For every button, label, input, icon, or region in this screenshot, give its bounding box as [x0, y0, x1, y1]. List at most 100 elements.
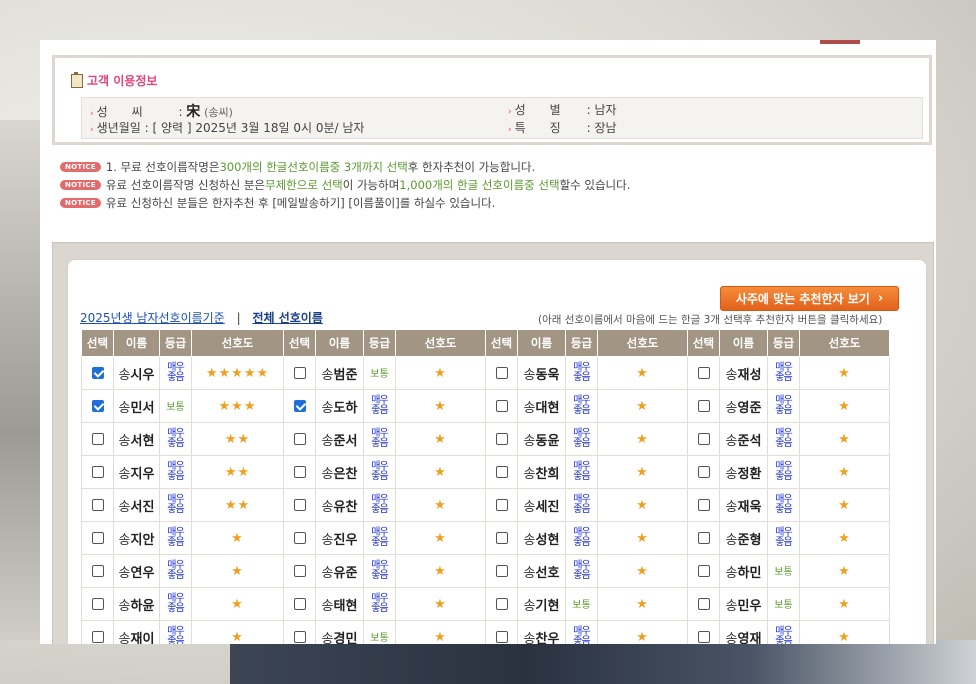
- tab-year-names[interactable]: 2025년생 남자선호이름기준: [80, 311, 225, 325]
- name-checkbox[interactable]: [697, 565, 710, 577]
- grade-cell: 매우 좋음: [363, 389, 396, 423]
- name-checkbox[interactable]: [91, 532, 104, 544]
- grade-label: 매우 좋음: [167, 559, 184, 581]
- notice-highlight: 무제한으로 선택: [265, 178, 343, 192]
- select-cell: [283, 554, 316, 588]
- grade-cell: 매우 좋음: [363, 587, 396, 621]
- name-checkbox[interactable]: [495, 466, 508, 478]
- name-surname: 송: [725, 532, 738, 548]
- candidate-name: 송시우: [119, 368, 155, 383]
- name-checkbox[interactable]: [91, 367, 104, 379]
- birth-label: 생년월일: [96, 121, 141, 135]
- star-rating-icon: ★: [231, 563, 244, 579]
- name-checkbox[interactable]: [697, 631, 710, 643]
- feature-value: : 장남: [586, 121, 617, 135]
- name-cell: 송세진: [517, 488, 566, 522]
- surname-label: 성 씨: [96, 105, 143, 119]
- name-selection-card: 사주에 맞는 추천한자 보기 › 2025년생 남자선호이름기준 | 전체 선호…: [67, 259, 927, 644]
- name-checkbox[interactable]: [91, 565, 104, 577]
- name-given: 준서: [333, 433, 358, 449]
- name-cell: 송찬희: [517, 455, 566, 489]
- name-surname: 송: [118, 631, 131, 645]
- name-checkbox[interactable]: [293, 532, 306, 544]
- name-surname: 송: [725, 433, 738, 449]
- name-checkbox[interactable]: [495, 532, 508, 544]
- name-surname: 송: [523, 499, 536, 515]
- name-checkbox[interactable]: [495, 400, 508, 412]
- name-checkbox[interactable]: [91, 433, 104, 445]
- select-cell: [485, 356, 518, 390]
- name-surname: 송: [321, 466, 334, 482]
- preference-cell: ★: [597, 620, 688, 644]
- name-surname: 송: [523, 598, 536, 614]
- name-checkbox[interactable]: [91, 631, 104, 643]
- tab-all-names[interactable]: 전체 선호이름: [252, 311, 322, 325]
- name-checkbox[interactable]: [697, 400, 710, 412]
- name-checkbox[interactable]: [293, 466, 306, 478]
- name-checkbox[interactable]: [495, 499, 508, 511]
- name-checkbox[interactable]: [495, 565, 508, 577]
- grade-cell: 보통: [363, 620, 396, 644]
- name-checkbox[interactable]: [91, 400, 104, 412]
- name-checkbox[interactable]: [293, 565, 306, 577]
- bullet-arrow-icon: ›: [508, 107, 512, 117]
- background-photo-left: [0, 120, 40, 640]
- name-checkbox[interactable]: [495, 433, 508, 445]
- recommend-hanja-button[interactable]: 사주에 맞는 추천한자 보기 ›: [720, 286, 899, 311]
- table-row: 송민서 보통 ★★★ 송도하 매우 좋음 ★ 송대현 매우 좋음 ★ 송영준 매우 좋음 ★: [81, 389, 890, 423]
- notice-text: 할수 있습니다.: [559, 178, 631, 192]
- preference-cell: ★: [799, 488, 890, 522]
- select-cell: [687, 620, 720, 644]
- chevron-right-icon: ›: [877, 291, 884, 306]
- star-rating-icon: ★: [231, 596, 244, 612]
- grade-cell: 매우 좋음: [159, 620, 192, 644]
- name-checkbox[interactable]: [293, 367, 306, 379]
- name-cell: 송서현: [113, 422, 160, 456]
- candidate-name: 송재욱: [726, 500, 762, 515]
- name-checkbox[interactable]: [293, 433, 306, 445]
- grade-label: 매우 좋음: [775, 361, 792, 383]
- header-preference: 선호도: [191, 329, 284, 357]
- name-surname: 송: [725, 598, 738, 614]
- name-checkbox[interactable]: [495, 367, 508, 379]
- name-cell: 송준서: [315, 422, 364, 456]
- name-surname: 송: [321, 433, 334, 449]
- name-checkbox[interactable]: [91, 466, 104, 478]
- name-surname: 송: [725, 631, 738, 645]
- select-cell: [283, 521, 316, 555]
- name-checkbox[interactable]: [697, 367, 710, 379]
- candidate-name: 송유찬: [322, 500, 358, 515]
- name-checkbox[interactable]: [495, 631, 508, 643]
- name-checkbox[interactable]: [293, 400, 306, 412]
- grade-cell: 매우 좋음: [565, 389, 598, 423]
- name-checkbox[interactable]: [293, 598, 306, 610]
- name-filter-tabs: 2025년생 남자선호이름기준 | 전체 선호이름: [80, 309, 323, 326]
- select-cell: [283, 587, 316, 621]
- name-checkbox[interactable]: [697, 499, 710, 511]
- instruction-hint: (아래 선호이름에서 마음에 드는 한글 3개 선택후 추천한자 버튼을 클릭하…: [538, 314, 883, 326]
- page-container: 고객 이용정보 › 성 씨 : 宋 (송씨) › 생년월일 : [ 양력 ] 202…: [40, 40, 936, 644]
- table-row: 송서현 매우 좋음 ★★ 송준서 매우 좋음 ★ 송동윤 매우 좋음 ★ 송준석 매우 좋음 ★: [81, 422, 890, 456]
- name-checkbox[interactable]: [697, 598, 710, 610]
- name-checkbox[interactable]: [495, 598, 508, 610]
- grade-label: 매우 좋음: [775, 427, 792, 449]
- candidate-name: 송재이: [119, 632, 155, 645]
- name-checkbox[interactable]: [697, 532, 710, 544]
- header-name: 이름: [517, 329, 566, 357]
- name-cell: 송유준: [315, 554, 364, 588]
- name-checkbox[interactable]: [293, 499, 306, 511]
- grade-label: 보통: [370, 368, 389, 380]
- star-rating-icon: ★: [231, 629, 244, 645]
- candidate-name: 송찬희: [524, 467, 560, 482]
- name-checkbox[interactable]: [91, 598, 104, 610]
- name-checkbox[interactable]: [91, 499, 104, 511]
- grade-label: 매우 좋음: [775, 526, 792, 548]
- name-cell: 송동윤: [517, 422, 566, 456]
- name-checkbox[interactable]: [697, 433, 710, 445]
- name-cell: 송동욱: [517, 356, 566, 390]
- star-rating-icon: ★: [434, 563, 447, 579]
- name-checkbox[interactable]: [293, 631, 306, 643]
- name-checkbox[interactable]: [697, 466, 710, 478]
- preference-cell: ★: [597, 455, 688, 489]
- surname-value: 宋: [186, 104, 201, 120]
